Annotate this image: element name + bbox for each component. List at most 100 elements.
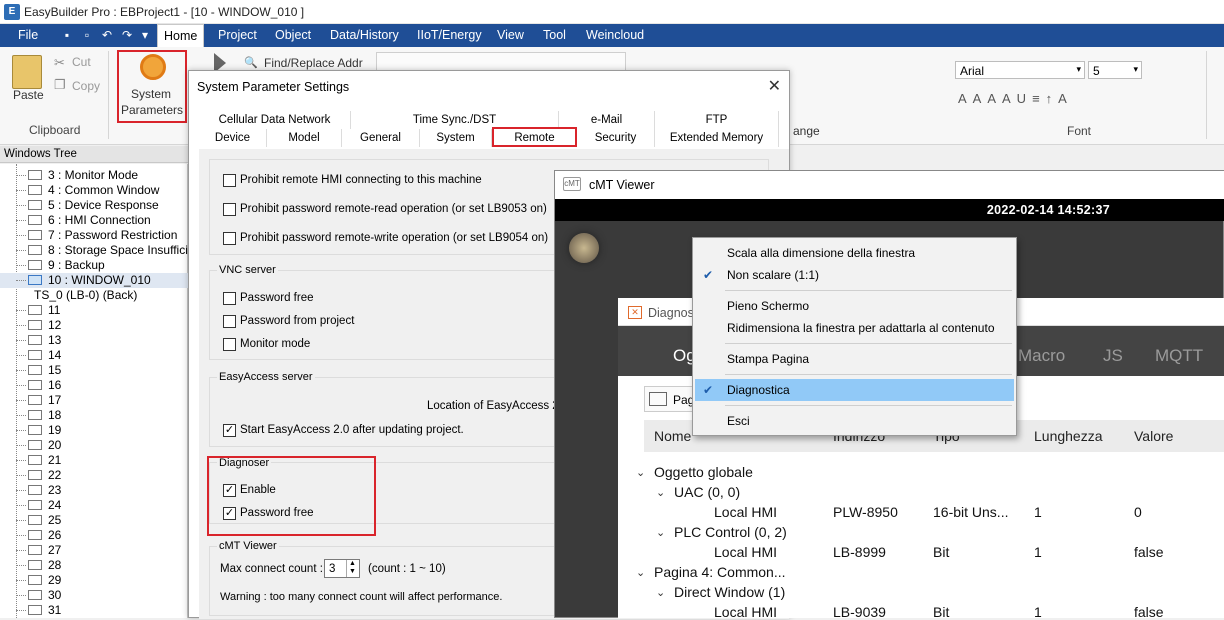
tree-item-label: 18 (48, 408, 62, 422)
max-connect-spinner[interactable]: 3 ▲ ▼ (324, 559, 360, 578)
menu-item-resize-to-content[interactable]: Ridimensiona la finestra per adattarla a… (695, 317, 1014, 339)
tab-system[interactable]: System (420, 129, 492, 147)
tree-item[interactable]: 11 (0, 303, 188, 318)
spinner-arrows-icon[interactable]: ▲ ▼ (346, 560, 358, 577)
menu-item-scale-to-window[interactable]: Scala alla dimensione della finestra (695, 242, 1014, 264)
easyaccess-start-checkbox[interactable]: ✓ (223, 424, 236, 437)
prohibit-remote-checkbox[interactable] (223, 174, 236, 187)
menu-file[interactable]: File (12, 24, 44, 47)
menu-project[interactable]: Project (212, 24, 263, 47)
menu-data-history[interactable]: Data/History (324, 24, 405, 47)
menu-iiot-energy[interactable]: IIoT/Energy (411, 24, 488, 47)
expand-chevron-icon[interactable]: ⌄ (656, 486, 665, 499)
menu-weincloud[interactable]: Weincloud (580, 24, 650, 47)
tree-item[interactable]: 5 : Device Response (0, 198, 188, 213)
menu-view[interactable]: View (491, 24, 530, 47)
tree-item[interactable]: 19 (0, 423, 188, 438)
tab-device[interactable]: Device (199, 129, 267, 147)
tree-item-label: 13 (48, 333, 62, 347)
object-gallery[interactable] (376, 52, 626, 72)
font-format-icons[interactable]: AAAAU≡↑A (958, 91, 1073, 106)
undo-icon[interactable]: ↶ (100, 28, 114, 42)
tree-item[interactable]: 21 (0, 453, 188, 468)
expand-chevron-icon[interactable]: ⌄ (636, 566, 645, 579)
expand-chevron-icon[interactable]: ⌄ (656, 526, 665, 539)
cut-icon[interactable]: ✂ (54, 55, 65, 71)
tree-item[interactable]: 18 (0, 408, 188, 423)
tree-item[interactable]: 17 (0, 393, 188, 408)
menu-item-print-page[interactable]: Stampa Pagina (695, 348, 1014, 370)
tree-connector (16, 550, 26, 551)
tree-item[interactable]: TS_0 (LB-0) (Back) (0, 288, 188, 303)
menu-object[interactable]: Object (269, 24, 317, 47)
tree-item[interactable]: 22 (0, 468, 188, 483)
tab-security[interactable]: Security (577, 129, 655, 147)
page-filter-button[interactable]: Pagi (644, 386, 697, 412)
tree-item[interactable]: 29 (0, 573, 188, 588)
window-icon (28, 455, 42, 465)
tab-ftp[interactable]: FTP (655, 111, 779, 129)
tree-item[interactable]: 20 (0, 438, 188, 453)
font-size-select[interactable]: 5 ▾ (1088, 61, 1142, 79)
menu-tool[interactable]: Tool (537, 24, 572, 47)
tab-js[interactable]: JS (1103, 346, 1123, 366)
tab-remote[interactable]: Remote (492, 127, 577, 147)
tree-item[interactable]: 10 : WINDOW_010 (0, 273, 188, 288)
expand-chevron-icon[interactable]: ⌄ (636, 466, 645, 479)
paste-button[interactable]: Paste (13, 88, 44, 102)
prohibit-write-checkbox[interactable] (223, 232, 236, 245)
menu-item-no-scale[interactable]: ✔ Non scalare (1:1) (695, 264, 1014, 286)
find-replace-button[interactable]: Find/Replace Addr (264, 56, 363, 70)
tree-item[interactable]: 16 (0, 378, 188, 393)
font-name-select[interactable]: Arial ▾ (955, 61, 1085, 79)
tree-item[interactable]: 14 (0, 348, 188, 363)
vnc-password-project-checkbox[interactable] (223, 315, 236, 328)
close-icon[interactable]: ✕ (768, 76, 781, 96)
col-lunghezza[interactable]: Lunghezza (1034, 428, 1103, 444)
tree-item[interactable]: 24 (0, 498, 188, 513)
tree-item[interactable]: 12 (0, 318, 188, 333)
tree-item[interactable]: 9 : Backup (0, 258, 188, 273)
menu-home[interactable]: Home (157, 24, 205, 47)
floating-button-icon[interactable] (569, 233, 599, 263)
tree-item[interactable]: 23 (0, 483, 188, 498)
redo-icon[interactable]: ↷ (120, 28, 134, 42)
col-valore[interactable]: Valore (1134, 428, 1173, 444)
tree-item[interactable]: 30 (0, 588, 188, 603)
cut-button[interactable]: Cut (72, 55, 91, 69)
menu-item-full-screen[interactable]: Pieno Schermo (695, 295, 1014, 317)
tree-item[interactable]: 27 (0, 543, 188, 558)
save-icon[interactable]: ▪ (60, 28, 74, 42)
copy-button[interactable]: Copy (72, 79, 100, 93)
tree-item[interactable]: 8 : Storage Space Insufficie (0, 243, 195, 258)
customize-icon[interactable]: ▾ (138, 28, 152, 42)
col-nome[interactable]: Nome (654, 428, 691, 444)
save-all-icon[interactable]: ▫ (80, 28, 94, 42)
tree-item[interactable]: 31 (0, 603, 188, 618)
copy-icon[interactable]: ❐ (54, 77, 66, 93)
menu-item-exit[interactable]: Esci (695, 410, 1014, 432)
tab-extended-memory[interactable]: Extended Memory (655, 129, 779, 147)
tab-model[interactable]: Model (267, 129, 342, 147)
menu-item-diagnostics[interactable]: ✔ Diagnostica (695, 379, 1014, 401)
tree-item[interactable]: 13 (0, 333, 188, 348)
tab-cellular[interactable]: Cellular Data Network (199, 111, 351, 129)
cell-length: 1 (1034, 504, 1042, 520)
vnc-monitor-mode-checkbox[interactable] (223, 338, 236, 351)
find-icon[interactable]: 🔍 (244, 56, 258, 69)
expand-chevron-icon[interactable]: ⌄ (656, 586, 665, 599)
tab-mqtt[interactable]: MQTT (1155, 346, 1203, 366)
tab-macro[interactable]: Macro (1018, 346, 1065, 366)
vnc-password-free-checkbox[interactable] (223, 292, 236, 305)
tree-item[interactable]: 7 : Password Restriction (0, 228, 188, 243)
tree-item[interactable]: 15 (0, 363, 188, 378)
tree-item[interactable]: 28 (0, 558, 188, 573)
paste-icon[interactable] (12, 55, 42, 89)
tab-general[interactable]: General (342, 129, 420, 147)
tree-item[interactable]: 6 : HMI Connection (0, 213, 188, 228)
prohibit-read-checkbox[interactable] (223, 203, 236, 216)
tree-item[interactable]: 4 : Common Window (0, 183, 188, 198)
tree-item[interactable]: 3 : Monitor Mode (0, 168, 188, 183)
tree-item[interactable]: 25 (0, 513, 188, 528)
tree-item[interactable]: 26 (0, 528, 188, 543)
